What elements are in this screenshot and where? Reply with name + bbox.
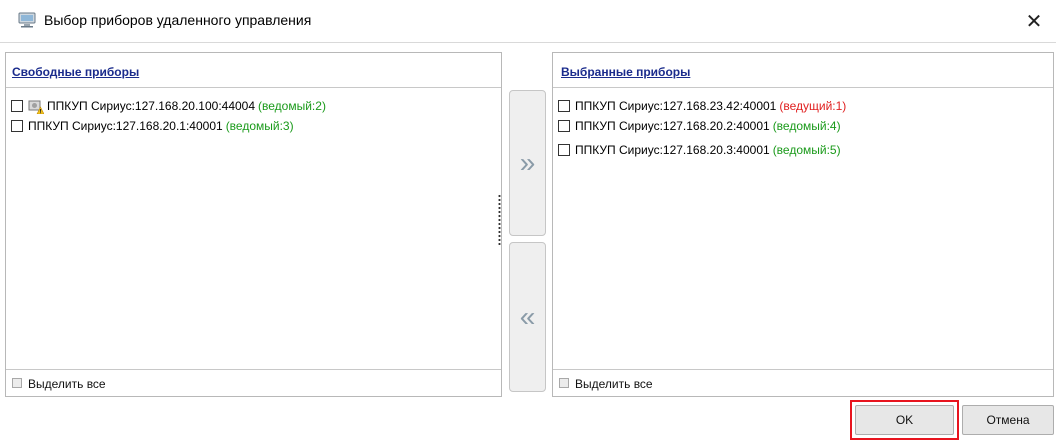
device-role: (ведомый:5) [772,143,841,157]
list-item[interactable]: ППКУП Сириус: 127.168.20.3:40001 (ведомы… [558,140,841,160]
selected-devices-list: ППКУП Сириус: 127.168.23.42:40001 (ведущ… [553,88,1053,370]
device-name: ППКУП Сириус: [575,143,663,157]
available-devices-panel: Свободные приборы ППКУП Сириус: 127.168.… [5,52,502,397]
cancel-button-label: Отмена [986,413,1030,427]
close-icon: ✕ [1025,10,1043,33]
device-address: 127.168.20.100:44004 [134,99,256,113]
cancel-button[interactable]: Отмена [962,405,1054,435]
double-chevron-left-icon: « [519,301,536,332]
panel-header: Свободные приборы [6,53,501,88]
device-name: ППКУП Сириус: [575,119,663,133]
title-bar: Выбор приборов удаленного управления ✕ [0,0,1056,43]
select-all-label[interactable]: Выделить все [575,377,653,391]
list-item[interactable]: ППКУП Сириус: 127.168.20.1:40001 (ведомы… [11,116,294,136]
double-chevron-right-icon: » [519,147,536,178]
device-checkbox[interactable] [558,120,570,132]
device-name: ППКУП Сириус: [575,99,663,113]
move-right-button[interactable]: » [509,90,546,236]
list-item[interactable]: ППКУП Сириус: 127.168.20.100:44004 (ведо… [11,96,326,116]
device-address: 127.168.20.3:40001 [662,143,770,157]
selected-devices-title: Выбранные приборы [561,65,691,79]
device-role: (ведомый:2) [258,99,326,113]
ok-button[interactable]: OK [855,405,954,435]
available-devices-list: ППКУП Сириус: 127.168.20.100:44004 (ведо… [6,88,501,370]
device-name: ППКУП Сириус: [47,99,135,113]
device-checkbox[interactable] [11,120,23,132]
selected-devices-panel: Выбранные приборы ППКУП Сириус: 127.168.… [552,52,1054,397]
panel-footer: Выделить все [6,369,501,396]
device-role: (ведущий:1) [779,99,847,113]
dialog-buttons: OK Отмена [0,397,1056,443]
device-role: (ведомый:3) [225,119,294,133]
ok-button-label: OK [895,413,914,427]
select-all-checkbox[interactable] [12,378,22,388]
device-checkbox[interactable] [11,100,23,112]
computer-icon [18,12,36,28]
splitter-handle[interactable] [498,194,501,246]
device-address: 127.168.20.1:40001 [115,119,223,133]
panel-header: Выбранные приборы [553,53,1053,88]
window-title: Выбор приборов удаленного управления [44,12,312,28]
panel-footer: Выделить все [553,369,1053,396]
select-all-checkbox[interactable] [559,378,569,388]
device-checkbox[interactable] [558,100,570,112]
device-address: 127.168.23.42:40001 [662,99,777,113]
move-left-button[interactable]: « [509,242,546,392]
device-warning-icon [28,100,44,114]
device-name: ППКУП Сириус: [28,119,116,133]
device-role: (ведомый:4) [772,119,841,133]
list-item[interactable]: ППКУП Сириус: 127.168.20.2:40001 (ведомы… [558,116,841,136]
select-all-label[interactable]: Выделить все [28,377,106,391]
device-checkbox[interactable] [558,144,570,156]
available-devices-title: Свободные приборы [12,65,140,79]
close-button[interactable]: ✕ [1012,0,1056,42]
transfer-controls: » « [498,52,552,397]
list-item[interactable]: ППКУП Сириус: 127.168.23.42:40001 (ведущ… [558,96,846,116]
device-address: 127.168.20.2:40001 [662,119,770,133]
